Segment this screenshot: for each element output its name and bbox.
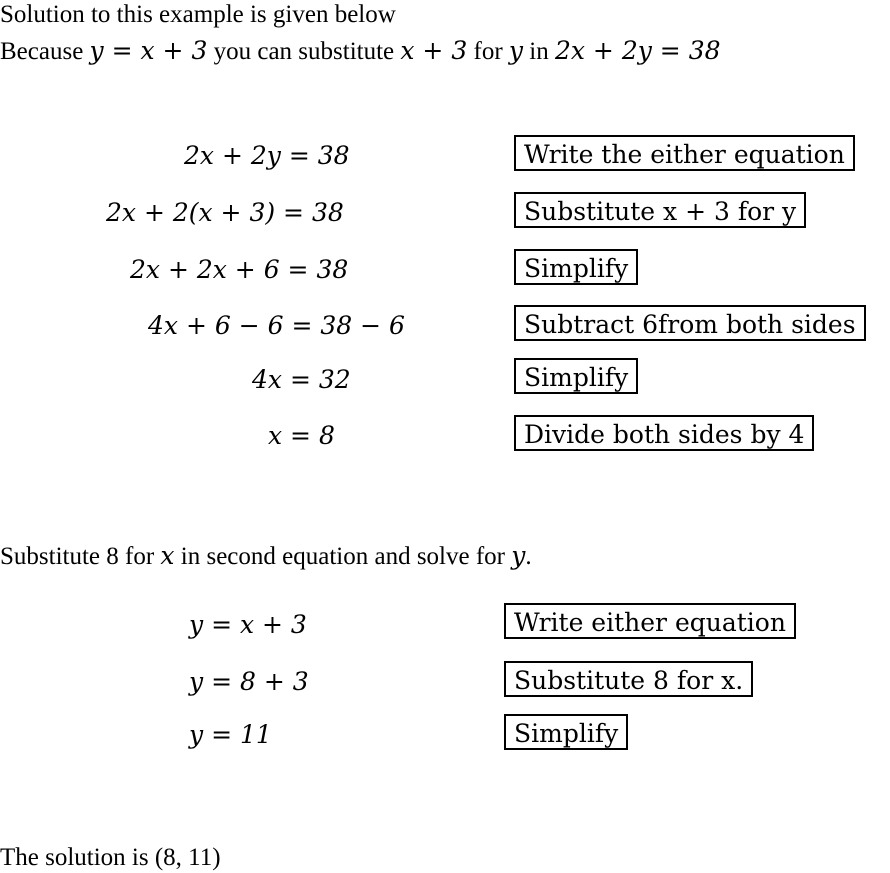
math-fragment: x + 3 — [400, 36, 468, 65]
intro-line-1: Solution to this example is given below — [0, 0, 396, 29]
equation: 2x + 2(x + 3) = 38 — [106, 198, 344, 227]
intro-text: Solution to this example is given below — [0, 1, 396, 28]
step-note: Divide both sides by 4 — [524, 420, 805, 449]
part2-heading: Substitute 8 for x in second equation an… — [0, 542, 532, 571]
step-note: Subtract 6from both sides — [524, 310, 856, 339]
equation: y = 8 + 3 — [189, 667, 309, 696]
step-note-box: Simplify — [514, 358, 639, 394]
text-fragment: . — [525, 543, 532, 570]
step-note: Simplify — [524, 254, 629, 283]
text-fragment: in second equation and solve for — [174, 543, 512, 570]
step-note-box: Simplify — [514, 249, 639, 285]
step-note-box: Subtract 6from both sides — [514, 305, 866, 341]
step-note-box: Write the either equation — [514, 135, 855, 171]
equation: 2x + 2y = 38 — [184, 141, 350, 170]
solution-answer: (8, 11) — [154, 844, 221, 871]
step-note-box: Substitute x + 3 for y — [514, 192, 807, 228]
step-note: Write the either equation — [524, 140, 845, 169]
conclusion-text: The solution is — [0, 844, 155, 871]
step-note: Simplify — [524, 363, 629, 392]
intro-line-2: Because y = x + 3 you can substitute x +… — [0, 37, 721, 66]
math-fragment: y — [508, 36, 524, 65]
text-fragment: for — [467, 38, 509, 65]
text-fragment: you can substitute — [207, 38, 401, 65]
step-note: Simplify — [514, 719, 619, 748]
step-note-box: Simplify — [504, 714, 629, 750]
step-note-box: Substitute 8 for x. — [504, 661, 754, 697]
equation: x = 8 — [268, 421, 335, 450]
math-fragment: y — [511, 541, 526, 570]
step-note-box: Write either equation — [504, 603, 796, 639]
equation: 4x + 6 − 6 = 38 − 6 — [148, 311, 405, 340]
step-note: Write either equation — [514, 608, 786, 637]
math-fragment: 2x + 2y = 38 — [554, 36, 721, 65]
step-note-box: Divide both sides by 4 — [514, 415, 815, 451]
equation: y = x + 3 — [189, 610, 307, 639]
step-note: Substitute x + 3 for y — [524, 197, 797, 226]
text-fragment: Substitute 8 for — [0, 543, 161, 570]
equation: 4x = 32 — [252, 365, 351, 394]
step-note: Substitute 8 for x. — [514, 666, 744, 695]
equation: 2x + 2x + 6 = 38 — [130, 255, 349, 284]
text-fragment: in — [523, 38, 555, 65]
text-fragment: Because — [0, 38, 90, 65]
conclusion: The solution is (8, 11) — [0, 843, 221, 872]
math-fragment: y = x + 3 — [89, 36, 208, 65]
equation: y = 11 — [189, 720, 272, 749]
math-fragment: x — [160, 541, 175, 570]
